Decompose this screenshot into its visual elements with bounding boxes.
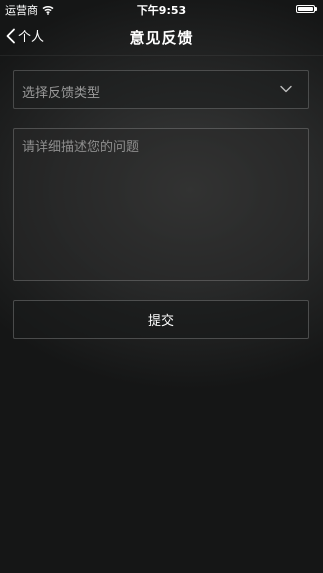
- status-bar: 运营商 下午9:53: [0, 0, 323, 18]
- feedback-description-field[interactable]: [13, 128, 309, 281]
- feedback-type-placeholder: 选择反馈类型: [22, 86, 101, 101]
- submit-button[interactable]: 提交: [13, 300, 309, 339]
- feedback-type-select[interactable]: 选择反馈类型: [13, 70, 309, 109]
- battery-icon: [296, 4, 318, 13]
- battery-tip: [315, 6, 317, 11]
- navigation-bar: 个人 意见反馈: [0, 18, 323, 56]
- chevron-down-icon: [280, 85, 292, 93]
- status-time: 下午9:53: [136, 4, 187, 17]
- battery-body: [296, 4, 315, 13]
- page-title: 意见反馈: [129, 29, 194, 47]
- battery-level: [298, 6, 313, 11]
